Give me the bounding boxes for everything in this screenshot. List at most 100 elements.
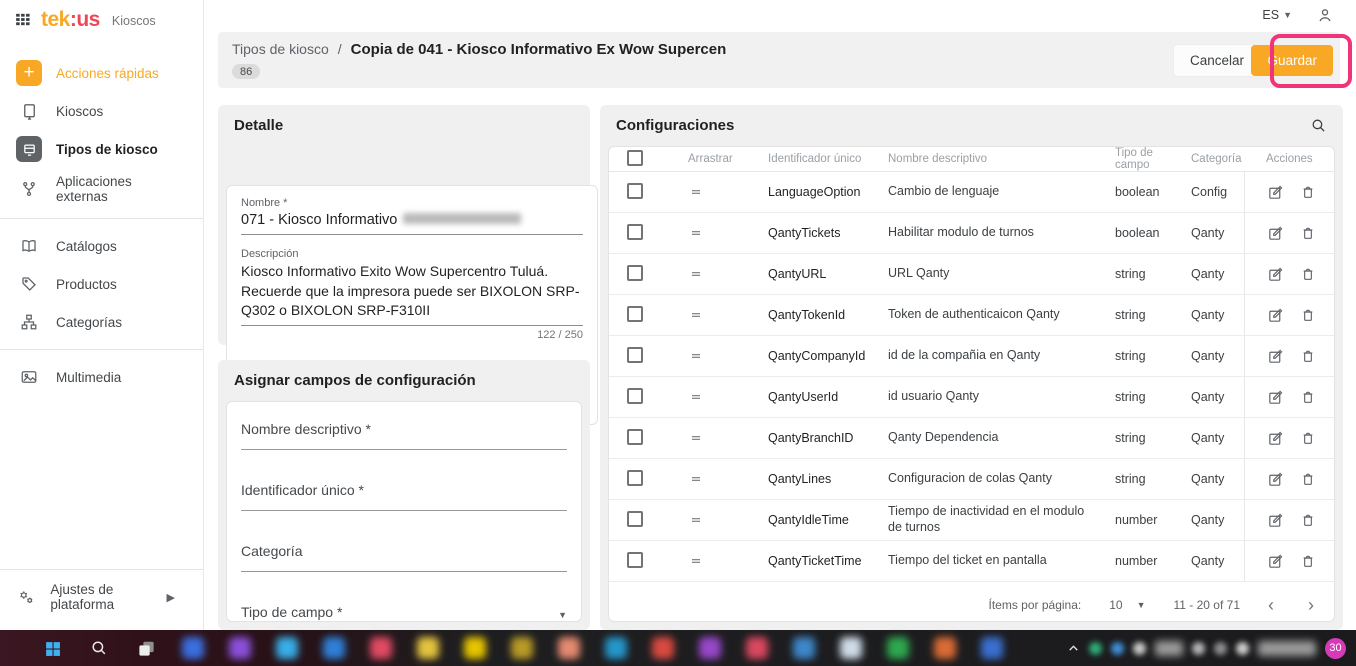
tray-app-icon[interactable] [1089,642,1102,655]
description-field-input[interactable]: Kiosco Informativo Exito Wow Supercentro… [241,262,583,326]
delete-icon[interactable] [1300,553,1316,569]
sidebar-item-tipos-de-kiosco[interactable]: Tipos de kiosco [0,130,203,168]
delete-icon[interactable] [1300,512,1316,528]
taskbar-app-icon[interactable] [980,636,1004,660]
taskbar-app-icon[interactable] [463,636,487,660]
row-checkbox[interactable] [627,429,643,445]
previous-page-button[interactable]: ‹ [1268,596,1274,614]
app-grid-icon[interactable] [14,11,31,28]
edit-icon[interactable] [1267,471,1284,488]
field-type-select[interactable]: Tipo de campo * ▼ [241,604,567,622]
user-account-icon[interactable] [1316,6,1334,24]
cancel-button[interactable]: Cancelar [1174,45,1260,76]
edit-icon[interactable] [1267,184,1284,201]
taskbar-app-icon[interactable] [369,636,393,660]
taskbar-app-icon[interactable] [604,636,628,660]
delete-icon[interactable] [1300,184,1316,200]
taskbar-app-icon[interactable] [510,636,534,660]
drag-handle-icon[interactable] [669,307,749,323]
breadcrumb-parent-link[interactable]: Tipos de kiosco [232,41,329,57]
column-header-nombre: Nombre descriptivo [869,153,1096,165]
save-button[interactable]: Guardar [1251,45,1333,76]
taskbar-app-icon[interactable] [322,636,346,660]
items-per-page-select[interactable]: 10 ▼ [1109,598,1145,612]
name-field-input[interactable]: 071 - Kiosco Informativo [241,212,583,235]
tray-system-icon[interactable] [1214,642,1227,655]
delete-icon[interactable] [1300,348,1316,364]
taskbar-app-icon[interactable] [886,636,910,660]
start-button-icon[interactable] [40,636,64,660]
edit-icon[interactable] [1267,225,1284,242]
count-badge: 86 [232,64,260,79]
row-checkbox[interactable] [627,183,643,199]
row-checkbox[interactable] [627,470,643,486]
tray-chevron-up-icon[interactable] [1067,642,1080,655]
sidebar-item-aplicaciones-externas[interactable]: Aplicaciones externas [0,168,203,210]
tray-language-indicator[interactable] [1155,641,1183,656]
unique-identifier-input[interactable]: Identificador único * [241,482,567,511]
drag-handle-icon[interactable] [669,266,749,282]
taskbar-search-icon[interactable] [87,636,111,660]
drag-handle-icon[interactable] [669,512,749,528]
edit-icon[interactable] [1267,307,1284,324]
kiosk-icon [16,98,42,124]
category-input[interactable]: Categoría [241,543,567,572]
edit-icon[interactable] [1267,430,1284,447]
taskbar-app-icon[interactable] [181,636,205,660]
taskbar-app-icon[interactable] [416,636,440,660]
row-checkbox[interactable] [627,265,643,281]
sidebar-item-ajustes-plataforma[interactable]: Ajustes de plataforma ▶ [0,576,203,618]
delete-icon[interactable] [1300,389,1316,405]
sidebar-item-multimedia[interactable]: Multimedia [0,358,203,396]
sidebar-item-categorias[interactable]: Categorías [0,303,203,341]
sidebar-item-acciones-rapidas[interactable]: + Acciones rápidas [0,54,203,92]
tray-app-icon[interactable] [1111,642,1124,655]
taskbar-app-icon[interactable] [651,636,675,660]
taskbar-app-icon[interactable] [745,636,769,660]
drag-handle-icon[interactable] [669,430,749,446]
tray-app-icon[interactable] [1133,642,1146,655]
tray-system-icon[interactable] [1236,642,1249,655]
notification-count-badge[interactable]: 30 [1325,638,1346,659]
row-checkbox[interactable] [627,306,643,322]
row-checkbox[interactable] [627,224,643,240]
drag-handle-icon[interactable] [669,389,749,405]
drag-handle-icon[interactable] [669,348,749,364]
taskbar-app-icon[interactable] [557,636,581,660]
sidebar-item-catalogos[interactable]: Catálogos [0,227,203,265]
drag-handle-icon[interactable] [669,184,749,200]
delete-icon[interactable] [1300,471,1316,487]
drag-handle-icon[interactable] [669,553,749,569]
delete-icon[interactable] [1300,430,1316,446]
taskbar-app-icon[interactable] [792,636,816,660]
select-all-checkbox[interactable] [627,150,643,166]
tray-system-icon[interactable] [1192,642,1205,655]
edit-icon[interactable] [1267,348,1284,365]
row-checkbox[interactable] [627,511,643,527]
delete-icon[interactable] [1300,266,1316,282]
row-checkbox[interactable] [627,552,643,568]
delete-icon[interactable] [1300,225,1316,241]
sidebar-item-productos[interactable]: Productos [0,265,203,303]
sidebar-item-kioscos[interactable]: Kioscos [0,92,203,130]
edit-icon[interactable] [1267,512,1284,529]
task-view-icon[interactable] [134,636,158,660]
edit-icon[interactable] [1267,553,1284,570]
row-checkbox[interactable] [627,347,643,363]
language-selector[interactable]: ES ▼ [1262,8,1292,22]
drag-handle-icon[interactable] [669,225,749,241]
edit-icon[interactable] [1267,266,1284,283]
taskbar-app-icon[interactable] [933,636,957,660]
search-icon[interactable] [1310,117,1327,134]
delete-icon[interactable] [1300,307,1316,323]
taskbar-app-icon[interactable] [839,636,863,660]
edit-icon[interactable] [1267,389,1284,406]
taskbar-app-icon[interactable] [698,636,722,660]
tray-clock[interactable] [1258,641,1316,656]
taskbar-app-icon[interactable] [275,636,299,660]
drag-handle-icon[interactable] [669,471,749,487]
next-page-button[interactable]: › [1308,596,1314,614]
taskbar-app-icon[interactable] [228,636,252,660]
row-checkbox[interactable] [627,388,643,404]
descriptive-name-input[interactable]: Nombre descriptivo * [241,421,567,450]
